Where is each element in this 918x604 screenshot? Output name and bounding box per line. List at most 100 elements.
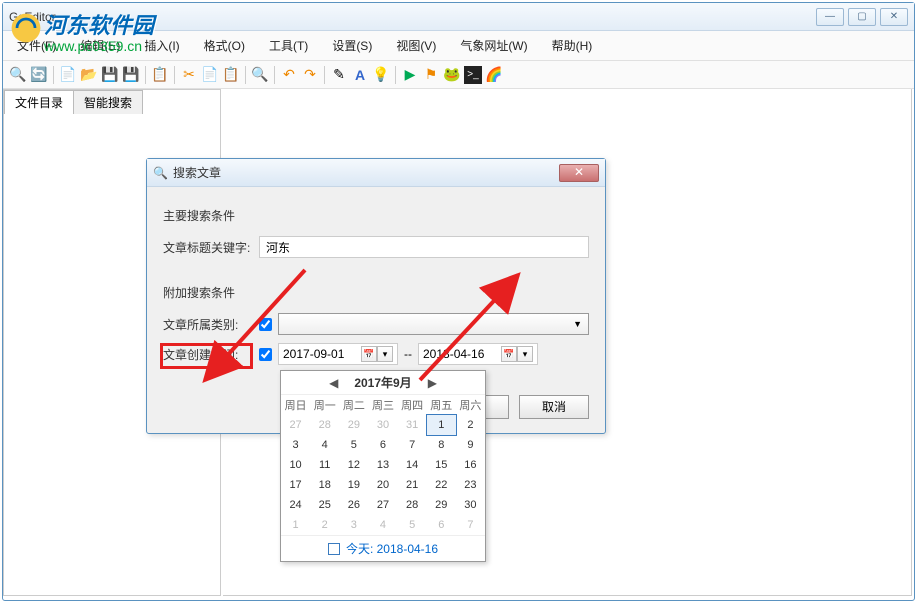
- save-all-icon[interactable]: 💾: [122, 66, 140, 84]
- chevron-down-icon[interactable]: ▾: [377, 346, 393, 362]
- section-extra-conditions: 附加搜索条件: [163, 284, 589, 301]
- undo-icon[interactable]: ↶: [280, 66, 298, 84]
- cal-day[interactable]: 20: [368, 475, 397, 495]
- cal-day[interactable]: 6: [427, 515, 456, 535]
- cancel-button[interactable]: 取消: [519, 395, 589, 419]
- close-button[interactable]: ✕: [880, 8, 908, 26]
- left-tabs: 文件目录 智能搜索: [4, 90, 220, 114]
- cal-next[interactable]: ▶: [422, 376, 443, 390]
- font-icon[interactable]: A: [351, 66, 369, 84]
- cal-day[interactable]: 9: [456, 435, 485, 455]
- dialog-close-button[interactable]: ✕: [559, 164, 599, 182]
- cal-day[interactable]: 19: [339, 475, 368, 495]
- cal-prev[interactable]: ◀: [323, 376, 344, 390]
- tab-smart-search[interactable]: 智能搜索: [73, 90, 143, 114]
- keyword-input[interactable]: [259, 236, 589, 258]
- calendar-icon[interactable]: 📅: [361, 346, 377, 362]
- cal-day[interactable]: 18: [310, 475, 339, 495]
- cal-day[interactable]: 4: [368, 515, 397, 535]
- search-icon[interactable]: 🔍: [9, 66, 27, 84]
- menu-insert[interactable]: 插入(I): [140, 35, 183, 56]
- cal-day[interactable]: 26: [339, 495, 368, 515]
- cal-day[interactable]: 6: [368, 435, 397, 455]
- cal-day[interactable]: 11: [310, 455, 339, 475]
- calendar-icon[interactable]: 📅: [501, 346, 517, 362]
- menu-edit[interactable]: 编辑(E): [76, 35, 124, 56]
- paste-icon[interactable]: 📄: [201, 66, 219, 84]
- cal-day[interactable]: 1: [281, 515, 310, 535]
- menu-tools[interactable]: 工具(T): [265, 35, 312, 56]
- terminal-icon[interactable]: >_: [464, 66, 482, 84]
- chevron-down-icon[interactable]: ▾: [517, 346, 533, 362]
- cal-day[interactable]: 15: [427, 455, 456, 475]
- minimize-button[interactable]: —: [816, 8, 844, 26]
- date-to-input[interactable]: 2018-04-16 📅 ▾: [418, 343, 538, 365]
- menu-file[interactable]: 文件(F): [13, 35, 60, 56]
- cal-day[interactable]: 14: [398, 455, 427, 475]
- pencil-icon[interactable]: ✎: [330, 66, 348, 84]
- date-from-input[interactable]: 2017-09-01 📅 ▾: [278, 343, 398, 365]
- cal-day[interactable]: 10: [281, 455, 310, 475]
- cal-day[interactable]: 4: [310, 435, 339, 455]
- copy-icon[interactable]: 📋: [151, 66, 169, 84]
- cal-day[interactable]: 12: [339, 455, 368, 475]
- cal-day[interactable]: 29: [427, 495, 456, 515]
- cal-day[interactable]: 3: [281, 435, 310, 455]
- cal-day[interactable]: 2: [456, 415, 485, 435]
- maximize-button[interactable]: ▢: [848, 8, 876, 26]
- cal-day[interactable]: 22: [427, 475, 456, 495]
- clipboard-icon[interactable]: 📋: [222, 66, 240, 84]
- menu-weather[interactable]: 气象网址(W): [456, 35, 531, 56]
- rainbow-icon[interactable]: 🌈: [485, 66, 503, 84]
- new-doc-icon[interactable]: 📄: [59, 66, 77, 84]
- menubar: 文件(F) 编辑(E) 插入(I) 格式(O) 工具(T) 设置(S) 视图(V…: [3, 31, 914, 61]
- menu-help[interactable]: 帮助(H): [548, 35, 597, 56]
- cal-day[interactable]: 1: [427, 415, 456, 435]
- cal-day[interactable]: 30: [368, 415, 397, 435]
- cal-day[interactable]: 31: [398, 415, 427, 435]
- cal-day[interactable]: 21: [398, 475, 427, 495]
- cal-day[interactable]: 30: [456, 495, 485, 515]
- cal-dow: 周一: [310, 395, 339, 415]
- menu-settings[interactable]: 设置(S): [328, 35, 376, 56]
- category-combo[interactable]: ▼: [278, 313, 589, 335]
- tab-files[interactable]: 文件目录: [4, 90, 74, 114]
- cal-day[interactable]: 13: [368, 455, 397, 475]
- menu-format[interactable]: 格式(O): [200, 35, 249, 56]
- menu-view[interactable]: 视图(V): [392, 35, 440, 56]
- chevron-down-icon: ▼: [573, 319, 582, 329]
- chart-icon[interactable]: 🐸: [443, 66, 461, 84]
- cal-day[interactable]: 2: [310, 515, 339, 535]
- cal-day[interactable]: 25: [310, 495, 339, 515]
- cal-day[interactable]: 5: [398, 515, 427, 535]
- cal-day[interactable]: 27: [368, 495, 397, 515]
- find-icon[interactable]: 🔍: [251, 66, 269, 84]
- redo-icon[interactable]: ↷: [301, 66, 319, 84]
- open-folder-icon[interactable]: 📂: [80, 66, 98, 84]
- time-checkbox[interactable]: [259, 348, 272, 361]
- titlebar: GsEditor — ▢ ✕: [3, 3, 914, 31]
- cal-day[interactable]: 27: [281, 415, 310, 435]
- hint-icon[interactable]: 💡: [372, 66, 390, 84]
- cal-dow: 周五: [427, 395, 456, 415]
- refresh-icon[interactable]: 🔄: [30, 66, 48, 84]
- category-checkbox[interactable]: [259, 318, 272, 331]
- cal-day[interactable]: 8: [427, 435, 456, 455]
- flag-icon[interactable]: ⚑: [422, 66, 440, 84]
- cal-day[interactable]: 16: [456, 455, 485, 475]
- cal-day[interactable]: 24: [281, 495, 310, 515]
- cal-day[interactable]: 29: [339, 415, 368, 435]
- cal-day[interactable]: 5: [339, 435, 368, 455]
- cal-day[interactable]: 7: [456, 515, 485, 535]
- cut-icon[interactable]: ✂: [180, 66, 198, 84]
- cal-day[interactable]: 28: [310, 415, 339, 435]
- cal-day[interactable]: 17: [281, 475, 310, 495]
- cal-day[interactable]: 28: [398, 495, 427, 515]
- cal-day[interactable]: 7: [398, 435, 427, 455]
- save-icon[interactable]: 💾: [101, 66, 119, 84]
- cal-day[interactable]: 23: [456, 475, 485, 495]
- cal-title: 2017年9月: [354, 374, 411, 391]
- cal-today-link[interactable]: 今天: 2018-04-16: [281, 535, 485, 561]
- play-icon[interactable]: ▶: [401, 66, 419, 84]
- cal-day[interactable]: 3: [339, 515, 368, 535]
